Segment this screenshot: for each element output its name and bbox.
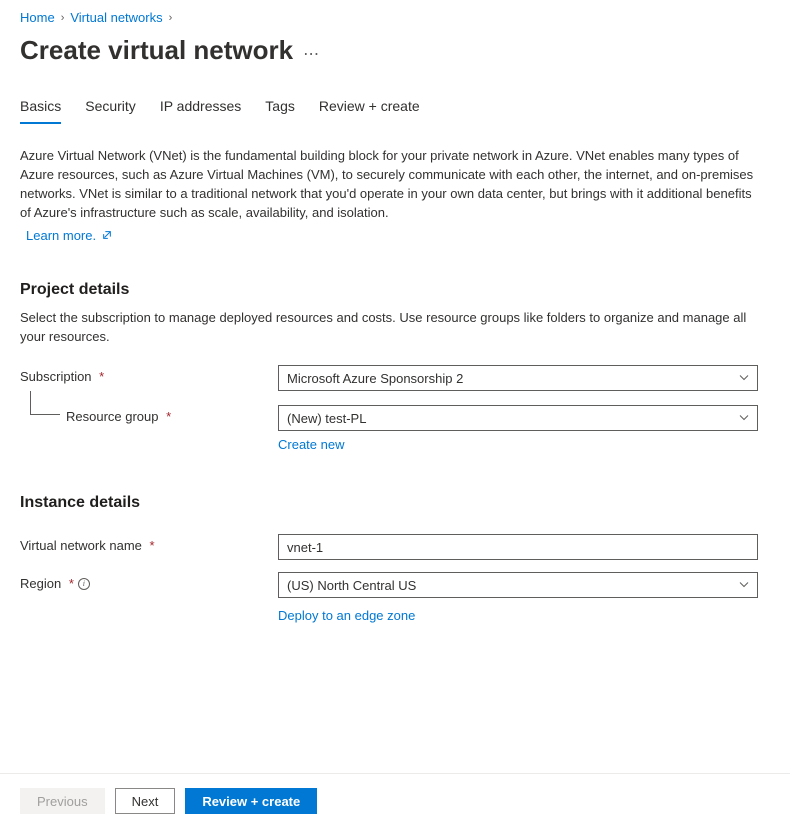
next-button[interactable]: Next xyxy=(115,788,176,814)
subscription-select[interactable]: Microsoft Azure Sponsorship 2 xyxy=(278,365,758,391)
external-link-icon xyxy=(102,231,112,243)
review-create-button[interactable]: Review + create xyxy=(185,788,317,814)
subscription-value: Microsoft Azure Sponsorship 2 xyxy=(287,371,463,386)
breadcrumb: Home › Virtual networks › xyxy=(20,8,770,33)
footer-bar: Previous Next Review + create xyxy=(0,773,790,828)
deploy-edge-zone-link[interactable]: Deploy to an edge zone xyxy=(278,608,415,623)
tab-review-create[interactable]: Review + create xyxy=(319,92,420,124)
page-title: Create virtual network xyxy=(20,35,293,66)
tab-ip-addresses[interactable]: IP addresses xyxy=(160,92,241,124)
region-select[interactable]: (US) North Central US xyxy=(278,572,758,598)
info-icon[interactable]: i xyxy=(78,578,90,590)
project-details-description: Select the subscription to manage deploy… xyxy=(20,309,760,361)
chevron-down-icon xyxy=(739,371,749,386)
region-label: Region * i xyxy=(20,572,278,591)
tab-tags[interactable]: Tags xyxy=(265,92,295,124)
vnet-name-label: Virtual network name * xyxy=(20,534,278,553)
resource-group-select[interactable]: (New) test-PL xyxy=(278,405,758,431)
tab-basics[interactable]: Basics xyxy=(20,92,61,124)
learn-more-label: Learn more. xyxy=(26,228,96,243)
chevron-right-icon: › xyxy=(61,12,65,24)
breadcrumb-virtual-networks[interactable]: Virtual networks xyxy=(70,10,162,25)
create-new-link[interactable]: Create new xyxy=(278,437,344,452)
chevron-down-icon xyxy=(739,411,749,426)
tab-security[interactable]: Security xyxy=(85,92,136,124)
project-details-heading: Project details xyxy=(20,281,770,309)
chevron-right-icon: › xyxy=(169,12,173,24)
more-actions-icon[interactable]: ⋯ xyxy=(303,38,320,64)
tabs: Basics Security IP addresses Tags Review… xyxy=(20,86,770,125)
intro-text: Azure Virtual Network (VNet) is the fund… xyxy=(20,125,760,224)
vnet-name-input[interactable] xyxy=(278,534,758,560)
region-value: (US) North Central US xyxy=(287,578,416,593)
breadcrumb-home[interactable]: Home xyxy=(20,10,55,25)
learn-more-link[interactable]: Learn more. xyxy=(26,228,112,243)
previous-button: Previous xyxy=(20,788,105,814)
resource-group-value: (New) test-PL xyxy=(287,411,366,426)
hierarchy-line-icon xyxy=(30,391,60,415)
chevron-down-icon xyxy=(739,578,749,593)
instance-details-heading: Instance details xyxy=(20,494,770,522)
subscription-label: Subscription * xyxy=(20,365,278,384)
